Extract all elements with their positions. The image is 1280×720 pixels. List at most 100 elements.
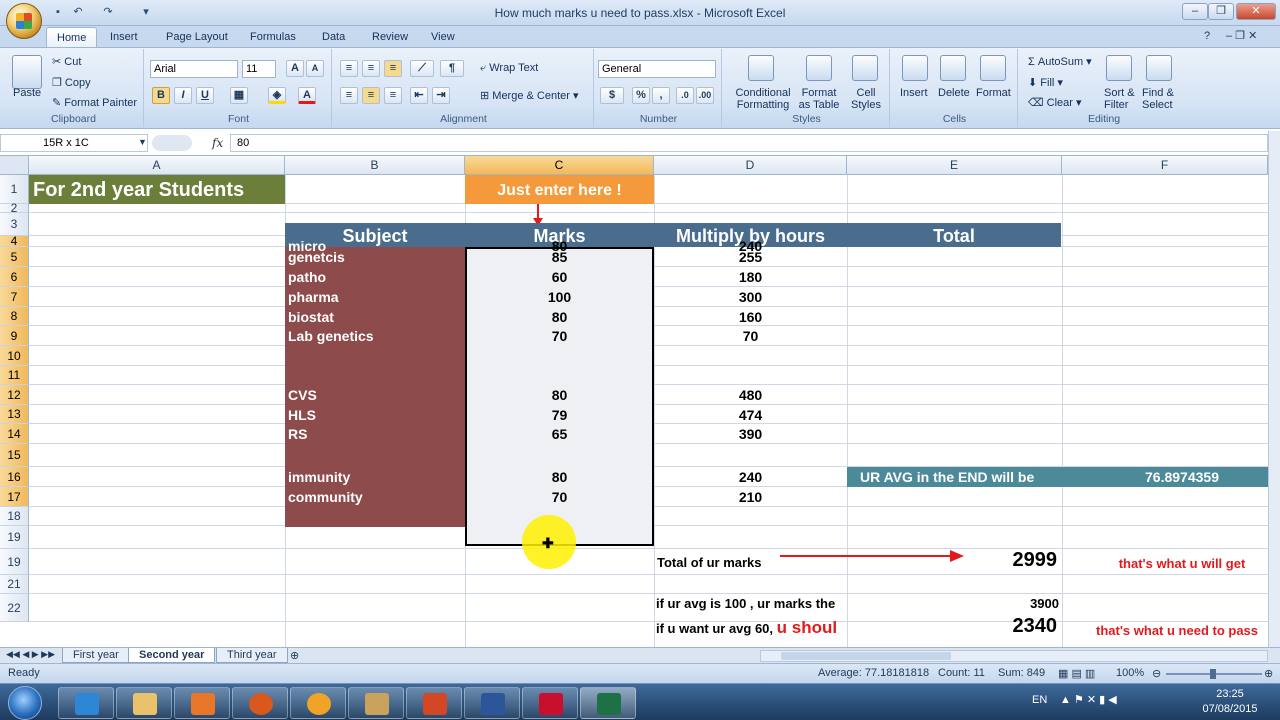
hours-cell[interactable]: 180 bbox=[654, 269, 847, 285]
conditional-formatting-button[interactable]: Conditional Formatting bbox=[732, 87, 794, 111]
select-all-corner[interactable] bbox=[0, 156, 29, 175]
tab-page-layout[interactable]: Page Layout bbox=[156, 27, 238, 48]
increase-indent-icon[interactable]: ⇥ bbox=[432, 87, 450, 104]
font-size-select[interactable]: 11 bbox=[242, 60, 276, 78]
row-header[interactable]: 3 bbox=[0, 213, 29, 236]
sheet-tab-third-year[interactable]: Third year bbox=[216, 648, 288, 663]
horizontal-scrollbar[interactable] bbox=[760, 650, 1268, 662]
hours-cell[interactable]: 300 bbox=[654, 289, 847, 305]
office-button[interactable] bbox=[6, 3, 42, 39]
vertical-scrollbar[interactable] bbox=[1268, 131, 1280, 647]
marks-cell[interactable]: 80 bbox=[465, 469, 654, 485]
font-name-select[interactable]: Arial bbox=[150, 60, 238, 78]
hours-cell[interactable]: 210 bbox=[654, 489, 847, 505]
taskbar-word[interactable] bbox=[464, 687, 520, 719]
row-header[interactable]: 8 bbox=[0, 307, 29, 326]
subject-cell[interactable]: biostat bbox=[288, 309, 464, 325]
row-header[interactable]: 19 bbox=[0, 549, 29, 575]
decrease-decimal-icon[interactable]: .00 bbox=[696, 87, 714, 104]
paste-button[interactable]: Paste bbox=[13, 87, 41, 99]
subject-cell[interactable]: Lab genetics bbox=[288, 328, 464, 344]
cut-button[interactable]: ✂ Cut bbox=[52, 55, 81, 68]
row-header[interactable]: 9 bbox=[0, 326, 29, 346]
marks-cell[interactable]: 79 bbox=[465, 407, 654, 423]
tab-insert[interactable]: Insert bbox=[100, 27, 148, 48]
row-header[interactable]: 5 bbox=[0, 247, 29, 267]
row-header[interactable]: 13 bbox=[0, 405, 29, 424]
tab-formulas[interactable]: Formulas bbox=[240, 27, 306, 48]
marks-cell[interactable]: 80 bbox=[465, 309, 654, 325]
need-label[interactable]: if u want ur avg 60, u shoul bbox=[656, 618, 846, 638]
total-value[interactable]: 2999 bbox=[847, 549, 1058, 572]
enter-here-cell[interactable]: Just enter here ! bbox=[465, 182, 654, 200]
ribbon-minimize-icon[interactable]: – ❐ ✕ bbox=[1226, 29, 1257, 42]
name-box-dropdown-icon[interactable]: ▼ bbox=[138, 137, 147, 147]
language-indicator[interactable]: EN bbox=[1032, 694, 1047, 706]
tab-data[interactable]: Data bbox=[312, 27, 355, 48]
font-color-icon[interactable]: A bbox=[298, 87, 316, 104]
start-button[interactable] bbox=[8, 686, 42, 720]
help-icon[interactable]: ? bbox=[1204, 30, 1210, 42]
marks-cell[interactable]: 65 bbox=[465, 426, 654, 442]
bold-button[interactable]: B bbox=[152, 87, 170, 104]
copy-button[interactable]: ❐ Copy bbox=[52, 76, 91, 89]
row-header[interactable]: 6 bbox=[0, 267, 29, 287]
taskbar-acrobat[interactable] bbox=[522, 687, 578, 719]
clock-time[interactable]: 23:25 bbox=[1200, 688, 1260, 700]
need-value[interactable]: 2340 bbox=[847, 615, 1058, 638]
need-to-pass-note[interactable]: that's what u need to pass bbox=[1096, 623, 1268, 638]
subject-cell[interactable]: genetcis bbox=[288, 249, 464, 265]
fx-icon[interactable]: fx bbox=[212, 136, 223, 150]
format-button[interactable]: Format bbox=[976, 87, 1011, 99]
row-header[interactable]: 15 bbox=[0, 444, 29, 467]
name-box[interactable]: 15R x 1C bbox=[0, 134, 148, 152]
taskbar-excel[interactable] bbox=[580, 687, 636, 719]
align-right-icon[interactable]: ≡ bbox=[384, 87, 402, 104]
sort-filter-button[interactable]: Sort & Filter bbox=[1104, 87, 1135, 111]
marks-cell[interactable]: 100 bbox=[465, 289, 654, 305]
column-header-b[interactable]: B bbox=[285, 156, 465, 175]
will-get-note[interactable]: that's what u will get bbox=[1062, 556, 1268, 571]
tab-home[interactable]: Home bbox=[46, 27, 98, 48]
row-header[interactable]: 14 bbox=[0, 424, 29, 444]
taskbar-ie[interactable] bbox=[58, 687, 114, 719]
row-header[interactable]: 22 bbox=[0, 594, 29, 622]
delete-button[interactable]: Delete bbox=[938, 87, 970, 99]
column-header-f[interactable]: F bbox=[1062, 156, 1268, 175]
subject-cell[interactable]: CVS bbox=[288, 387, 464, 403]
hours-cell[interactable]: 390 bbox=[654, 426, 847, 442]
insert-button[interactable]: Insert bbox=[900, 87, 928, 99]
text-direction-icon[interactable]: ¶ bbox=[440, 60, 464, 77]
marks-cell[interactable]: 70 bbox=[465, 328, 654, 344]
fill-button[interactable]: ⬇ Fill ▾ bbox=[1028, 76, 1063, 89]
restore-button[interactable]: ❐ bbox=[1208, 3, 1234, 20]
increase-decimal-icon[interactable]: .0 bbox=[676, 87, 694, 104]
currency-icon[interactable]: $ bbox=[600, 87, 624, 104]
row-header[interactable]: 11 bbox=[0, 366, 29, 385]
shrink-font-icon[interactable]: A bbox=[306, 60, 324, 77]
row-header[interactable]: 16 bbox=[0, 467, 29, 487]
align-left-icon[interactable]: ≡ bbox=[340, 87, 358, 104]
align-center-icon[interactable]: ≡ bbox=[362, 87, 380, 104]
row-header[interactable]: 10 bbox=[0, 346, 29, 366]
taskbar-paint[interactable] bbox=[348, 687, 404, 719]
row-header[interactable]: 7 bbox=[0, 287, 29, 307]
column-header-a[interactable]: A bbox=[29, 156, 285, 175]
row-header[interactable]: 19 bbox=[0, 526, 29, 549]
tray-icons[interactable]: ▲ ⚑ ✕ ▮ ◀ bbox=[1060, 693, 1117, 706]
number-format-select[interactable]: General bbox=[598, 60, 716, 78]
sheet-tab-first-year[interactable]: First year bbox=[62, 648, 130, 663]
view-buttons-icons[interactable]: ▦ ▤ ▥ bbox=[1058, 667, 1095, 680]
clear-button[interactable]: ⌫ Clear ▾ bbox=[1028, 96, 1082, 109]
orientation-icon[interactable]: ⟋ bbox=[410, 60, 434, 77]
hours-cell[interactable]: 474 bbox=[654, 407, 847, 423]
row-header[interactable]: 21 bbox=[0, 575, 29, 594]
align-bottom-icon[interactable]: ≡ bbox=[384, 60, 402, 77]
subject-cell[interactable]: patho bbox=[288, 269, 464, 285]
formula-input[interactable]: 80 bbox=[230, 134, 1268, 152]
subject-cell[interactable]: HLS bbox=[288, 407, 464, 423]
total-label[interactable]: Total of ur marks bbox=[657, 555, 762, 570]
marks-cell[interactable]: 70 bbox=[465, 489, 654, 505]
subject-cell[interactable]: community bbox=[288, 489, 464, 505]
comma-button[interactable]: , bbox=[652, 87, 670, 104]
